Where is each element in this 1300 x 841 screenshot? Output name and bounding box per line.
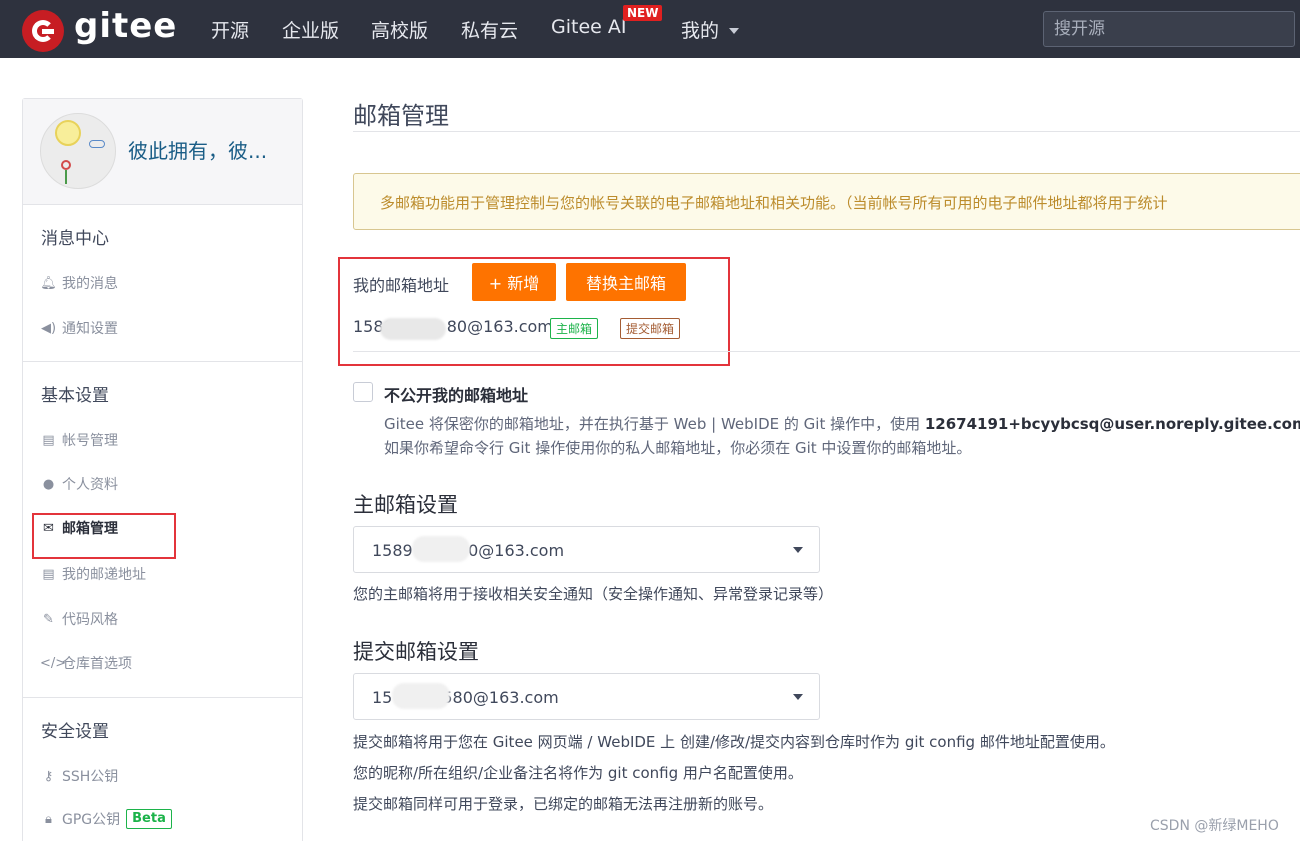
top-navbar: gitee 开源 企业版 高校版 私有云 Gitee AI NEW 我的	[0, 0, 1300, 58]
info-alert: 多邮箱功能用于管理控制与您的帐号关联的电子邮箱地址和相关功能。（当前帐号所有可用…	[353, 173, 1300, 230]
private-email-label[interactable]: 不公开我的邮箱地址	[384, 382, 528, 406]
title-divider	[353, 131, 1300, 132]
lock-icon: 🔒︎	[45, 811, 52, 827]
volume-icon: ◀)	[40, 320, 57, 336]
section-divider	[23, 361, 302, 362]
chevron-down-icon[interactable]	[729, 28, 739, 34]
code-icon: </>	[40, 655, 67, 671]
redacted-mask	[392, 683, 450, 709]
redacted-mask	[412, 536, 470, 562]
sidebar-item-address[interactable]: ▤ 我的邮递地址	[40, 564, 146, 584]
profile-card: 彼此拥有，彼...	[23, 99, 302, 205]
commit-email-help-3: 提交邮箱同样可用于登录，已绑定的邮箱无法再注册新的账号。	[353, 795, 774, 813]
commit-email-help-2: 您的昵称/所在组织/企业备注名将作为 git config 用户名配置使用。	[353, 764, 803, 782]
sidebar-item-notification-settings[interactable]: ◀) 通知设置	[40, 318, 118, 338]
alert-text: 多邮箱功能用于管理控制与您的帐号关联的电子邮箱地址和相关功能。（当前帐号所有可用…	[380, 194, 1168, 212]
sidebar-item-profile[interactable]: ● 个人资料	[40, 474, 118, 494]
nav-item-gitee-ai[interactable]: Gitee AI	[551, 16, 626, 38]
chevron-down-icon	[793, 547, 803, 553]
id-card-icon: ▤	[42, 432, 55, 448]
highlight-box-sidebar	[32, 513, 176, 559]
section-divider	[23, 697, 302, 698]
nav-item-enterprise[interactable]: 企业版	[282, 16, 339, 43]
nav-item-education[interactable]: 高校版	[371, 16, 428, 43]
key-icon: ⚷	[43, 768, 54, 784]
primary-email-heading: 主邮箱设置	[353, 493, 458, 517]
chevron-down-icon	[793, 694, 803, 700]
highlight-box-main	[338, 257, 730, 366]
brand-name[interactable]: gitee	[74, 6, 177, 46]
username[interactable]: 彼此拥有，彼...	[128, 135, 267, 164]
nav-item-private-cloud[interactable]: 私有云	[461, 16, 518, 43]
bell-icon: 🔔︎	[40, 275, 57, 291]
settings-sidebar: 彼此拥有，彼... 消息中心 🔔︎ 我的消息 ◀) 通知设置 基本设置 ▤ 帐号管理 …	[22, 98, 303, 841]
sidebar-item-account[interactable]: ▤ 帐号管理	[40, 430, 118, 450]
search-input[interactable]	[1043, 11, 1295, 47]
section-title-security: 安全设置	[41, 722, 109, 742]
private-email-desc: Gitee 将保密你的邮箱地址，并在执行基于 Web | WebIDE 的 Gi…	[384, 415, 1300, 433]
brush-icon: ✎	[43, 611, 54, 627]
private-email-checkbox[interactable]	[353, 382, 373, 402]
address-card-icon: ▤	[42, 566, 55, 582]
section-title-messages: 消息中心	[41, 229, 109, 249]
sidebar-item-ssh-keys[interactable]: ⚷ SSH公钥	[40, 766, 119, 786]
sidebar-item-gpg-keys[interactable]: 🔒︎ GPG公钥 Beta	[40, 809, 172, 829]
commit-email-help-1: 提交邮箱将用于您在 Gitee 网页端 / WebIDE 上 创建/修改/提交内…	[353, 733, 1115, 751]
avatar[interactable]	[40, 113, 116, 189]
sidebar-item-code-style[interactable]: ✎ 代码风格	[40, 609, 118, 629]
nav-item-mine[interactable]: 我的	[681, 16, 719, 43]
new-badge: NEW	[623, 5, 663, 21]
section-title-basic: 基本设置	[41, 386, 109, 406]
commit-email-heading: 提交邮箱设置	[353, 640, 479, 664]
page-title: 邮箱管理	[353, 102, 449, 130]
sidebar-item-repo-preferences[interactable]: </> 仓库首选项	[40, 653, 132, 673]
primary-email-help: 您的主邮箱将用于接收相关安全通知（安全操作通知、异常登录记录等）	[353, 585, 834, 603]
beta-badge: Beta	[126, 809, 172, 829]
user-icon: ●	[42, 476, 55, 492]
private-email-desc-2: 如果你希望命令行 Git 操作使用你的私人邮箱地址，你必须在 Git 中设置你的…	[384, 439, 972, 457]
gitee-logo-icon[interactable]	[22, 10, 64, 52]
watermark: CSDN @新绿MEHO	[1150, 818, 1279, 834]
nav-item-opensource[interactable]: 开源	[211, 16, 249, 43]
sidebar-item-my-messages[interactable]: 🔔︎ 我的消息	[40, 273, 118, 293]
section-divider	[353, 351, 1300, 352]
